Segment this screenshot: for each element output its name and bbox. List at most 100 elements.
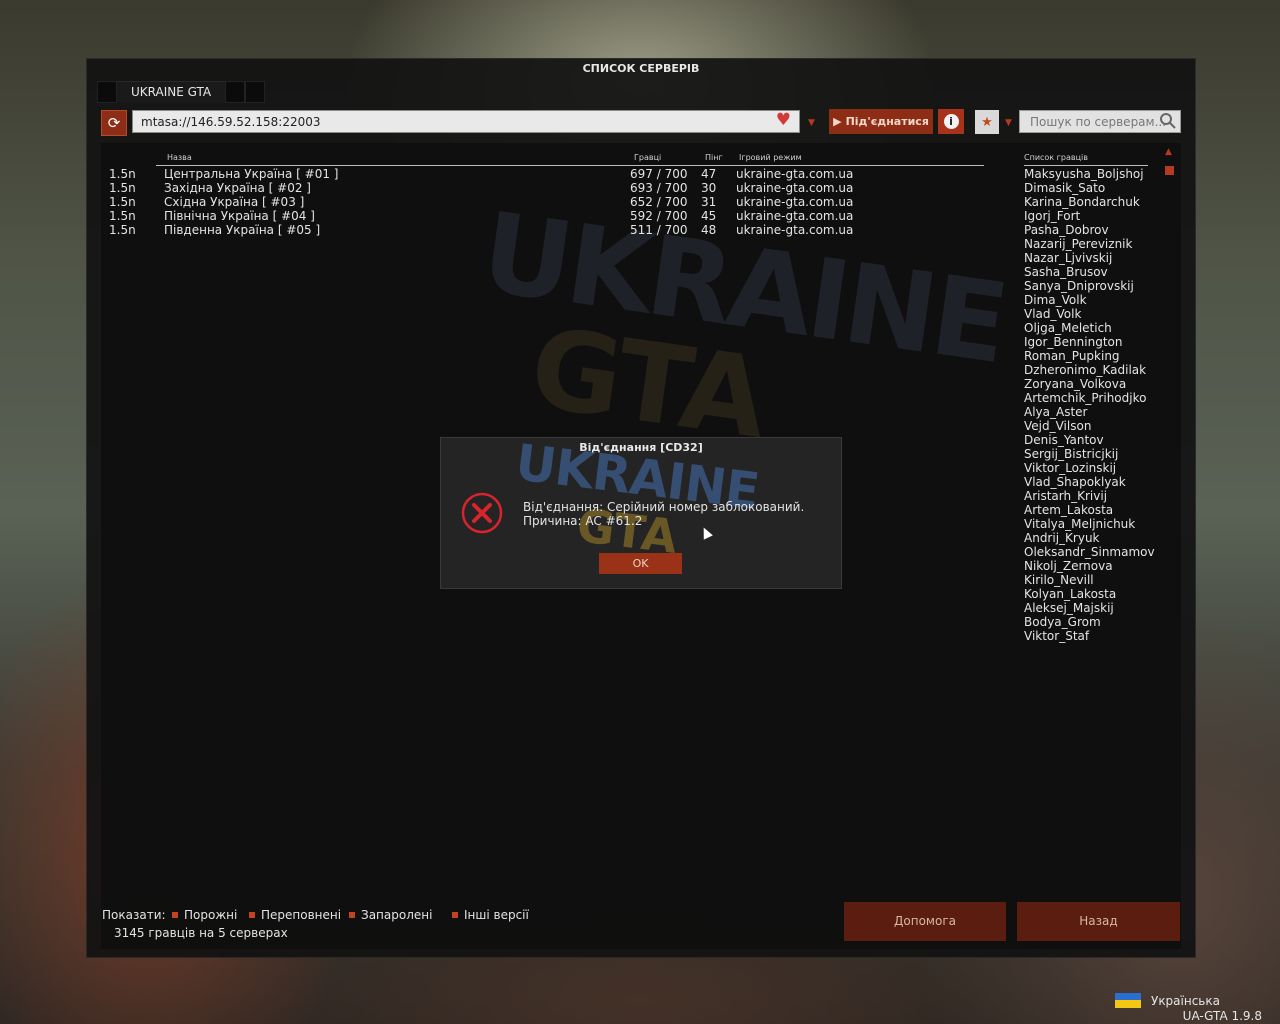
refresh-icon: ⟳ — [107, 113, 121, 132]
player-item: Aleksej_Majskij — [1024, 601, 1114, 615]
column-header-gamemode[interactable]: Ігровий режим — [739, 153, 802, 162]
server-gamemode: ukraine-gta.com.ua — [736, 181, 854, 195]
table-row[interactable]: 1.5n Північна Україна [ #04 ] 592 / 700 … — [101, 209, 1001, 223]
server-version: 1.5n — [109, 167, 136, 181]
favorites-button[interactable]: ★ — [975, 110, 999, 134]
player-item: Artemchik_Prihodjko — [1024, 391, 1147, 405]
filter-label: Інші версії — [464, 908, 529, 922]
server-name: Північна Україна [ #04 ] — [164, 209, 315, 223]
filter-locked[interactable]: Запаролені — [349, 908, 432, 922]
server-ping: 31 — [701, 195, 717, 209]
favorites-dropdown-icon[interactable]: ▼ — [1005, 118, 1012, 128]
server-gamemode: ukraine-gta.com.ua — [736, 223, 854, 237]
player-item: Oljga_Meletich — [1024, 321, 1112, 335]
info-button[interactable]: i — [938, 109, 964, 134]
ok-button[interactable]: OK — [599, 553, 682, 574]
connect-button[interactable]: ▶ Під'єднатися — [829, 109, 933, 134]
dialog-title: Від'єднання [CD32] — [579, 441, 703, 454]
player-item: Viktor_Staf — [1024, 629, 1090, 643]
server-ping: 45 — [701, 209, 717, 223]
column-header-players[interactable]: Гравці — [634, 153, 661, 162]
checkbox-icon[interactable] — [249, 912, 255, 918]
player-item: Bodya_Grom — [1024, 615, 1101, 629]
filter-other-versions[interactable]: Інші версії — [452, 908, 529, 922]
table-row[interactable]: 1.5n Західна Україна [ #02 ] 693 / 700 3… — [101, 181, 1001, 195]
player-item: Vlad_Shapoklyak — [1024, 475, 1126, 489]
player-item: Vlad_Volk — [1024, 307, 1082, 321]
filter-full[interactable]: Переповнені — [249, 908, 341, 922]
scroll-up-arrow-icon[interactable]: ▲ — [1165, 147, 1172, 157]
player-item: Sergij_Bistricjkij — [1024, 447, 1119, 461]
server-version: 1.5n — [109, 223, 136, 237]
server-players: 697 / 700 — [630, 167, 688, 181]
player-item: Karina_Bondarchuk — [1024, 195, 1140, 209]
flag-yellow — [1115, 1000, 1141, 1008]
dialog-message-line: Причина: AC #61.2 — [523, 514, 643, 528]
player-item: Zoryana_Volkova — [1024, 377, 1127, 391]
header-divider — [156, 165, 984, 166]
player-list-divider — [1024, 165, 1148, 166]
refresh-button[interactable]: ⟳ — [101, 110, 127, 136]
back-button[interactable]: Назад — [1017, 902, 1180, 941]
player-item: Dima_Volk — [1024, 293, 1087, 307]
table-row[interactable]: 1.5n Східна Україна [ #03 ] 652 / 700 31… — [101, 195, 1001, 209]
search-icon — [1160, 113, 1176, 129]
favorite-heart-icon[interactable]: ♥ — [776, 110, 791, 130]
info-icon: i — [943, 114, 959, 129]
search-input[interactable]: Пошук по серверам... — [1019, 110, 1181, 133]
player-item: Dimasik_Sato — [1024, 181, 1106, 195]
checkbox-icon[interactable] — [172, 912, 178, 918]
server-version: 1.5n — [109, 181, 136, 195]
checkbox-icon[interactable] — [452, 912, 458, 918]
address-dropdown-icon[interactable]: ▼ — [808, 118, 815, 128]
table-row[interactable]: 1.5n Центральна Україна [ #01 ] 697 / 70… — [101, 167, 1001, 181]
server-gamemode: ukraine-gta.com.ua — [736, 209, 854, 223]
filter-empty[interactable]: Порожні — [172, 908, 237, 922]
player-item: Sasha_Brusov — [1024, 265, 1108, 279]
player-item: Vitalya_Meljnichuk — [1024, 517, 1136, 531]
server-ping: 47 — [701, 167, 717, 181]
tab-ukraine-gta[interactable]: UKRAINE GTA — [117, 81, 226, 102]
dialog-message-line: Від'єднання: Серійний номер заблокований… — [523, 500, 805, 514]
help-button[interactable]: Допомога — [844, 902, 1006, 941]
filters-label: Показати: — [102, 908, 166, 922]
server-name: Західна Україна [ #02 ] — [164, 181, 311, 195]
player-list-header: Список гравців — [1024, 153, 1088, 162]
player-item: Igorj_Fort — [1024, 209, 1081, 223]
player-item: Aristarh_Krivij — [1024, 489, 1108, 503]
tab-strip: UKRAINE GTA — [97, 81, 266, 103]
server-players: 693 / 700 — [630, 181, 688, 195]
address-field[interactable]: mtasa://146.59.52.158:22003 ♥ — [132, 110, 800, 133]
dialog-message: Від'єднання: Серійний номер заблокований… — [523, 500, 804, 528]
tab-spacer — [245, 81, 266, 103]
server-players: 592 / 700 — [630, 209, 688, 223]
player-item: Dzheronimo_Kadilak — [1024, 363, 1147, 377]
filter-label: Переповнені — [261, 908, 342, 922]
player-item: Vejd_Vilson — [1024, 419, 1092, 433]
error-icon — [461, 492, 503, 534]
favorites-icon: ★ — [981, 114, 993, 130]
server-gamemode: ukraine-gta.com.ua — [736, 195, 854, 209]
player-item: Alya_Aster — [1024, 405, 1088, 419]
checkbox-icon[interactable] — [349, 912, 355, 918]
table-row[interactable]: 1.5n Південна Україна [ #05 ] 511 / 700 … — [101, 223, 1001, 237]
server-version: 1.5n — [109, 209, 136, 223]
server-name: Центральна Україна [ #01 ] — [164, 167, 339, 181]
scrollbar-thumb[interactable] — [1165, 166, 1174, 175]
player-item: Denis_Yantov — [1024, 433, 1104, 447]
search-placeholder: Пошук по серверам... — [1030, 115, 1167, 129]
player-item: Pasha_Dobrov — [1024, 223, 1109, 237]
filter-label: Порожні — [184, 908, 238, 922]
player-item: Andrij_Kryuk — [1024, 531, 1100, 545]
tab-spacer — [225, 81, 246, 103]
ukraine-flag-icon[interactable] — [1115, 993, 1141, 1008]
filter-label: Запаролені — [361, 908, 433, 922]
player-item: Viktor_Lozinskij — [1024, 461, 1117, 475]
server-version: 1.5n — [109, 195, 136, 209]
player-item: Roman_Pupking — [1024, 349, 1120, 363]
language-label[interactable]: Українська — [1151, 994, 1220, 1008]
connect-label: Під'єднатися — [845, 115, 929, 128]
column-header-name[interactable]: Назва — [167, 153, 192, 162]
player-list: Maksyusha_Boljshoj Dimasik_Sato Karina_B… — [1024, 167, 1155, 643]
column-header-ping[interactable]: Пінг — [705, 153, 723, 162]
